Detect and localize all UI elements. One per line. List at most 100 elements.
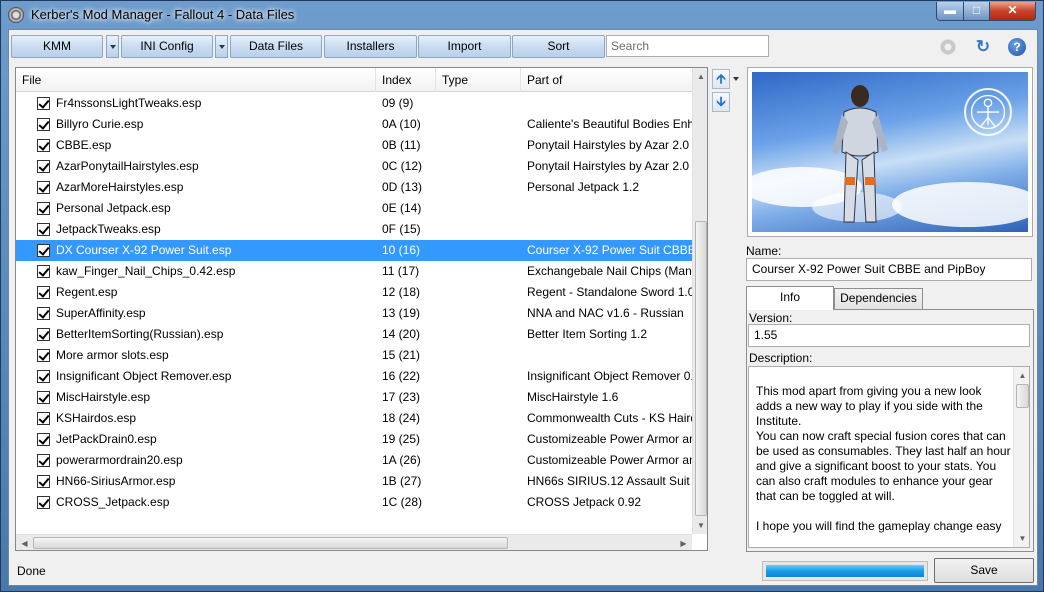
enable-checkbox[interactable] <box>37 244 50 257</box>
tab-info[interactable]: Info <box>746 286 834 310</box>
name-field[interactable]: Courser X-92 Power Suit CBBE and PipBoy <box>746 258 1032 281</box>
column-header-index[interactable]: Index <box>376 68 436 92</box>
part-of-cell: Exchangebale Nail Chips (Manicure) <box>527 264 692 278</box>
enable-checkbox[interactable] <box>37 118 50 131</box>
column-header-part-of[interactable]: Part of <box>521 68 692 92</box>
mod-preview-image <box>752 72 1028 232</box>
scroll-up-arrow-icon[interactable]: ▲ <box>693 68 707 85</box>
enable-checkbox[interactable] <box>37 286 50 299</box>
progress-fill <box>766 565 924 577</box>
description-scroll-up-icon[interactable]: ▲ <box>1014 367 1029 384</box>
ini-config-button[interactable]: INI Config <box>121 35 213 58</box>
table-row[interactable]: Regent.esp 12 (18) Regent - Standalone Swo… <box>16 282 692 303</box>
maximize-button[interactable]: □ <box>963 2 990 21</box>
kmm-button[interactable]: KMM <box>11 35 103 58</box>
table-row[interactable]: AzarMoreHairstyles.esp 0D (13) Personal Je… <box>16 177 692 198</box>
file-list-horizontal-scrollbar[interactable]: ◀ ▶ <box>16 534 692 550</box>
column-header-file[interactable]: File <box>16 68 376 92</box>
maximize-icon: □ <box>972 3 981 17</box>
description-scrollbar[interactable]: ▲ ▼ <box>1013 367 1029 547</box>
table-row[interactable]: Billyro Curie.esp 0A (10) Caliente's Beaut… <box>16 114 692 135</box>
table-row[interactable]: HN66-SiriusArmor.esp 1B (27) HN66s SIRIUS.… <box>16 471 692 492</box>
ini-config-dropdown-button[interactable] <box>215 35 228 58</box>
table-row[interactable]: Insignificant Object Remover.esp 16 (22) I… <box>16 366 692 387</box>
horizontal-scroll-thumb[interactable] <box>33 537 508 549</box>
table-row[interactable]: DX Courser X-92 Power Suit.esp 10 (16) Cou… <box>16 240 692 261</box>
file-name-cell: AzarMoreHairstyles.esp <box>56 180 184 194</box>
index-cell: 0F (15) <box>382 222 421 236</box>
table-row[interactable]: Personal Jetpack.esp 0E (14) <box>16 198 692 219</box>
file-name-cell: DX Courser X-92 Power Suit.esp <box>56 243 232 257</box>
refresh-icon[interactable]: ↻ <box>974 38 992 56</box>
vertical-scroll-thumb[interactable] <box>695 221 707 516</box>
enable-checkbox[interactable] <box>37 349 50 362</box>
file-name-cell: JetPackDrain0.esp <box>56 432 157 446</box>
enable-checkbox[interactable] <box>37 181 50 194</box>
file-list[interactable]: File Index Type Part of Fr4nssonsLightTw… <box>15 67 708 551</box>
table-row[interactable]: KSHairdos.esp 18 (24) Commonwealth Cuts - … <box>16 408 692 429</box>
table-row[interactable]: Fr4nssonsLightTweaks.esp 09 (9) <box>16 93 692 114</box>
enable-checkbox[interactable] <box>37 97 50 110</box>
description-scroll-thumb[interactable] <box>1016 384 1029 408</box>
enable-checkbox[interactable] <box>37 328 50 341</box>
enable-checkbox[interactable] <box>37 370 50 383</box>
table-row[interactable]: AzarPonytailHairstyles.esp 0C (12) Ponytai… <box>16 156 692 177</box>
data-files-button[interactable]: Data Files <box>230 35 322 58</box>
table-row[interactable]: powerarmordrain20.esp 1A (26) Customizeabl… <box>16 450 692 471</box>
help-icon[interactable]: ? <box>1008 38 1026 56</box>
scroll-right-arrow-icon[interactable]: ▶ <box>675 535 692 550</box>
index-cell: 12 (18) <box>382 285 421 299</box>
kmm-dropdown-button[interactable] <box>106 35 119 58</box>
index-cell: 14 (20) <box>382 327 421 341</box>
progress-bar <box>762 561 928 581</box>
table-row[interactable]: CBBE.esp 0B (11) Ponytail Hairstyles by Az… <box>16 135 692 156</box>
file-name-cell: Regent.esp <box>56 285 118 299</box>
enable-checkbox[interactable] <box>37 223 50 236</box>
table-row[interactable]: SuperAffinity.esp 13 (19) NNA and NAC v1.6… <box>16 303 692 324</box>
enable-checkbox[interactable] <box>37 454 50 467</box>
column-header-type[interactable]: Type <box>436 68 521 92</box>
table-row[interactable]: CROSS_Jetpack.esp 1C (28) CROSS Jetpack 0.… <box>16 492 692 513</box>
arrow-up-icon: 🡩 <box>716 71 726 86</box>
title-bar[interactable]: Kerber's Mod Manager - Fallout 4 - Data … <box>1 1 1043 29</box>
move-down-button[interactable]: 🡫 <box>712 92 730 112</box>
minimize-button[interactable]: ▬ <box>936 2 964 21</box>
description-box[interactable]: This mod apart from giving you a new loo… <box>748 366 1030 548</box>
search-input[interactable] <box>606 35 769 57</box>
table-row[interactable]: BetterItemSorting(Russian).esp 14 (20) Bet… <box>16 324 692 345</box>
enable-checkbox[interactable] <box>37 307 50 320</box>
version-field[interactable]: 1.55 <box>748 324 1030 347</box>
description-scroll-down-icon[interactable]: ▼ <box>1014 530 1029 547</box>
sort-button[interactable]: Sort <box>512 35 605 58</box>
enable-checkbox[interactable] <box>37 391 50 404</box>
move-up-button[interactable]: 🡩 <box>712 69 730 89</box>
gear-icon[interactable] <box>939 38 957 56</box>
enable-checkbox[interactable] <box>37 160 50 173</box>
move-dropdown-button[interactable] <box>731 69 742 89</box>
file-list-vertical-scrollbar[interactable]: ▲ ▼ <box>692 68 707 534</box>
enable-checkbox[interactable] <box>37 412 50 425</box>
table-row[interactable]: MiscHairstyle.esp 17 (23) MiscHairstyle 1.… <box>16 387 692 408</box>
table-row[interactable]: JetpackTweaks.esp 0F (15) <box>16 219 692 240</box>
file-name-cell: CBBE.esp <box>56 138 112 152</box>
minimize-icon: ▬ <box>944 3 956 17</box>
enable-checkbox[interactable] <box>37 202 50 215</box>
table-row[interactable]: More armor slots.esp 15 (21) <box>16 345 692 366</box>
import-button[interactable]: Import <box>418 35 511 58</box>
enable-checkbox[interactable] <box>37 139 50 152</box>
table-row[interactable]: JetPackDrain0.esp 19 (25) Customizeable Po… <box>16 429 692 450</box>
window-title: Kerber's Mod Manager - Fallout 4 - Data … <box>31 7 295 22</box>
table-row[interactable]: kaw_Finger_Nail_Chips_0.42.esp 11 (17) Exc… <box>16 261 692 282</box>
installers-button[interactable]: Installers <box>324 35 417 58</box>
file-name-cell: kaw_Finger_Nail_Chips_0.42.esp <box>56 264 236 278</box>
enable-checkbox[interactable] <box>37 496 50 509</box>
close-button[interactable]: ✕ <box>989 2 1036 21</box>
enable-checkbox[interactable] <box>37 433 50 446</box>
enable-checkbox[interactable] <box>37 475 50 488</box>
save-button[interactable]: Save <box>934 558 1034 583</box>
enable-checkbox[interactable] <box>37 265 50 278</box>
index-cell: 1C (28) <box>382 495 423 509</box>
scroll-down-arrow-icon[interactable]: ▼ <box>693 517 707 534</box>
tab-dependencies[interactable]: Dependencies <box>834 288 923 309</box>
scroll-left-arrow-icon[interactable]: ◀ <box>16 535 33 550</box>
